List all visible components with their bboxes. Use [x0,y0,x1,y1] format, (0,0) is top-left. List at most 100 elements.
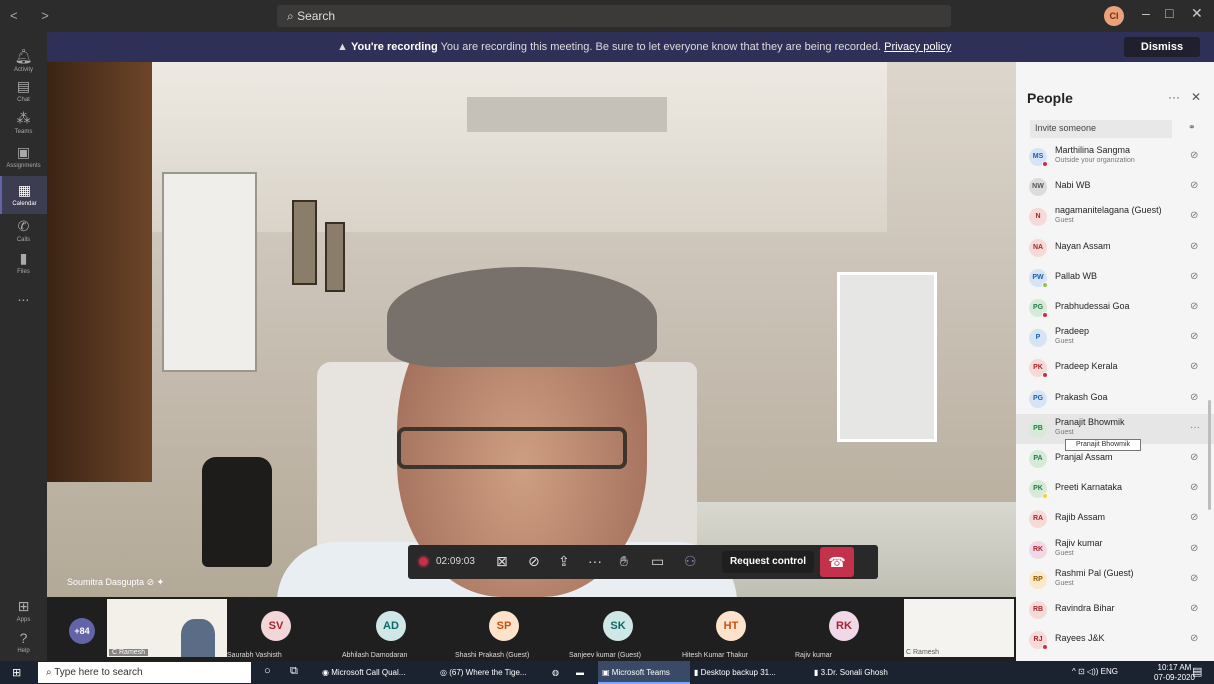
people-list-item[interactable]: NA Nayan Assam ⊘ [1016,233,1214,263]
hang-up-button[interactable]: ☎︎ [820,547,854,577]
person-name: Rajib Assam [1055,512,1106,522]
participant-tile[interactable]: AD Abhilash Damodaran [342,597,442,661]
rail-files[interactable]: ▮ Files [0,244,47,282]
people-list-item[interactable]: RJ Rayees J&K ⊘ [1016,625,1214,655]
people-list-item[interactable]: Nnagamanitelagana (Guest) Guest ⊘ [1016,202,1214,232]
people-list-item[interactable]: RK Rajiv kumar Guest ⊘ [1016,535,1214,565]
people-list-item[interactable]: PK Preeti Karnataka ⊘ [1016,474,1214,504]
participant-strip: +84 C Ramesh SV Saurabh Vashisth AD Abhi… [47,597,1016,661]
mic-off-icon[interactable]: ⊘ [528,553,540,570]
minimize-button[interactable]: – [1142,5,1150,21]
rail-assignments[interactable]: ▣ Assignments [0,138,47,176]
rail-help[interactable]: ? Help [0,624,47,662]
participant-tile[interactable]: RK Rajiv kumar [795,597,895,661]
slide-presenter-label: C Ramesh [109,649,149,656]
request-control-button[interactable]: Request control [722,551,814,573]
network-icon[interactable]: ⊡ [1078,667,1087,676]
people-list-item[interactable]: PG Prabhudessai Goa ⊘ [1016,293,1214,323]
system-tray[interactable]: ^ ⊡ ◁)) ENG [1072,667,1118,676]
taskbar-app[interactable]: ▮ Desktop backup 31... [690,661,808,684]
taskbar-search-input[interactable]: ⌕ Type here to search [38,662,251,683]
participant-tile[interactable]: HT Hitesh Kumar Thakur [682,597,782,661]
people-list-item[interactable]: PW Pallab WB ⊘ [1016,263,1214,293]
maximize-button[interactable]: □ [1165,5,1173,21]
people-list-item[interactable]: RB Ravindra Bihar ⊘ [1016,595,1214,625]
call-controls: 02:09:03 ⊠ ⊘ ⇪ ··· ✋︎ ▭ ⚇ Request contro… [408,545,878,579]
user-avatar[interactable]: CI [1104,6,1124,26]
nav-arrows[interactable]: < > [10,8,59,23]
person-subtitle: Outside your organization [1055,157,1135,164]
panel-close-icon[interactable]: ✕ [1191,90,1201,104]
share-link-icon[interactable]: ⚭ [1188,122,1196,133]
more-actions-icon[interactable]: ··· [588,553,602,569]
taskbar-app[interactable]: ◉ Microsoft Call Qual... [318,661,436,684]
participant-tile[interactable]: SK Sanjeev kumar (Guest) [569,597,669,661]
mic-muted-icon: ⊘ [146,577,155,587]
task-view-icon[interactable]: ⧉ [290,665,298,678]
taskbar-app[interactable]: ◎ (67) Where the Tige... [436,661,546,684]
share-screen-icon[interactable]: ⇪ [558,553,570,570]
chat-toggle-icon[interactable]: ▭ [651,553,664,570]
more-participants-badge[interactable]: +84 [69,618,95,644]
speaker-hair [387,267,657,367]
clock-date: 07-09-2020 [1154,673,1195,682]
rail-calendar[interactable]: ▦ Calendar [0,176,47,214]
hang-up-icon: ☎︎ [828,554,846,570]
shared-slide-tile[interactable]: C Ramesh [107,599,227,657]
mic-muted-icon: ⊘ [1190,150,1199,161]
mic-muted-icon: ⊘ [1190,573,1199,584]
person-subtitle: Guest [1055,429,1074,436]
shared-content-tile[interactable]: C Ramesh [904,599,1014,657]
participant-tile[interactable]: SV Saurabh Vashisth [227,597,327,661]
camera-off-icon[interactable]: ⊠ [496,553,508,570]
invite-input[interactable]: Invite someone [1030,120,1172,138]
person-subtitle: Guest [1055,580,1074,587]
notification-icon[interactable]: ▤ [1192,665,1202,678]
person-avatar: PB [1029,420,1047,438]
taskbar-app[interactable]: ◍ [548,661,570,684]
mic-muted-icon: ⊘ [1190,331,1199,342]
shared-content-label: C Ramesh [906,649,940,656]
presence-status-icon [1042,282,1048,288]
search-input[interactable]: ⌕ Search [277,5,951,27]
language-indicator[interactable]: ENG [1101,667,1118,676]
person-name: Ravindra Bihar [1055,603,1115,613]
person-avatar: N [1029,208,1047,226]
rail-more[interactable]: ... [0,282,47,320]
system-clock[interactable]: 10:17 AM 07-09-2020 [1154,663,1195,683]
dismiss-button[interactable]: Dismiss [1124,37,1200,57]
close-window-button[interactable]: ✕ [1191,5,1203,22]
people-list-item[interactable]: P Pradeep Guest ⊘ [1016,323,1214,353]
taskbar-app[interactable]: ▬ [572,661,594,684]
participant-tile[interactable]: SP Shashi Prakash (Guest) [455,597,555,661]
person-more-icon[interactable]: ··· [1190,422,1200,433]
people-list-item[interactable]: MS Marthilina Sangma Outside your organiza… [1016,142,1214,172]
panel-more-icon[interactable]: ··· [1168,90,1180,104]
person-avatar: NW [1029,178,1047,196]
mic-muted-icon: ⊘ [1190,482,1199,493]
windows-start-icon[interactable]: ⊞ [12,666,21,679]
privacy-policy-link[interactable]: Privacy policy [884,41,951,53]
people-list-item[interactable]: PK Pradeep Kerala ⊘ [1016,353,1214,383]
calendar-icon: ▦ [17,182,32,198]
participants-icon[interactable]: ⚇ [684,553,697,570]
people-list-item[interactable]: NW Nabi WB ⊘ [1016,172,1214,202]
people-list-item[interactable]: RP Rashmi Pal (Guest) Guest ⊘ [1016,565,1214,595]
participant-avatar: SK [603,611,633,641]
taskbar-app-teams[interactable]: ▣ Microsoft Teams [598,661,690,684]
volume-icon[interactable]: ◁)) [1087,667,1101,676]
person-name: Prabhudessai Goa [1055,301,1130,311]
people-list-item[interactable]: RA Rajib Assam ⊘ [1016,504,1214,534]
panel-scrollbar[interactable] [1208,400,1211,510]
people-list-item[interactable]: PG Prakash Goa ⊘ [1016,384,1214,414]
person-name: Rashmi Pal (Guest) [1055,568,1134,578]
recording-dot-icon [419,557,428,566]
raise-hand-icon[interactable]: ✋︎ [620,553,628,570]
person-avatar: P [1029,329,1047,347]
mic-muted-icon: ⊘ [1190,603,1199,614]
person-name: Pallab WB [1055,271,1098,281]
rail-teams[interactable]: ⁂ Teams [0,104,47,142]
taskbar-app[interactable]: ▮ 3.Dr. Sonali Ghosh [810,661,922,684]
chat-icon: ▤ [16,78,31,94]
cortana-icon[interactable]: ○ [264,665,271,677]
